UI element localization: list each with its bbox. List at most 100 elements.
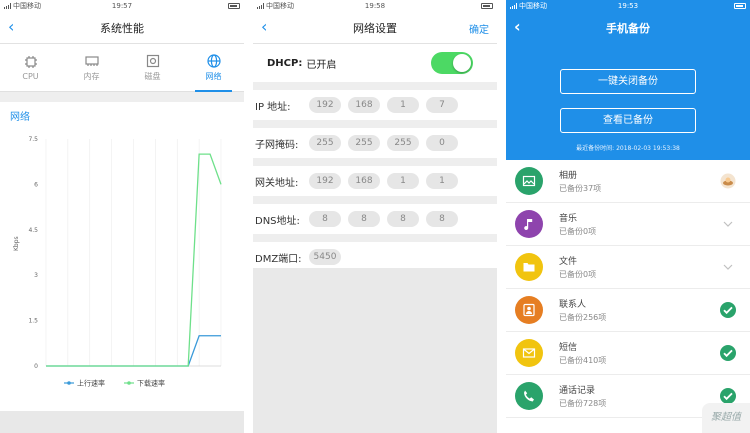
status-time: 19:53 xyxy=(617,2,639,10)
view-backup-button[interactable]: 查看已备份 xyxy=(560,108,696,133)
album-thumbnail-icon[interactable] xyxy=(720,173,736,189)
octet-field[interactable]: 1 xyxy=(387,173,419,189)
address-row: 子网掩码: 255 255 255 0 xyxy=(253,128,497,158)
disk-icon xyxy=(146,54,159,68)
person-icon xyxy=(515,296,543,324)
octet-field[interactable]: 255 xyxy=(348,135,380,151)
item-count: 已备份256项 xyxy=(559,313,607,322)
battery-icon xyxy=(481,3,493,9)
address-label: DNS地址: xyxy=(255,215,300,227)
checkmark-icon[interactable] xyxy=(720,388,736,404)
octet-field[interactable]: 168 xyxy=(348,97,380,113)
octet-field[interactable]: 255 xyxy=(309,135,341,151)
screen-gap xyxy=(244,0,253,433)
y-tick-label: 3 xyxy=(34,272,38,279)
page-title: 系统性能 xyxy=(100,21,144,35)
octet-field[interactable]: 8 xyxy=(309,211,341,227)
backup-item[interactable]: 音乐 已备份0项 xyxy=(506,203,750,246)
phone-icon xyxy=(515,382,543,410)
cpu-icon xyxy=(24,56,37,68)
y-tick-label: 1.5 xyxy=(28,318,38,325)
octet-field[interactable]: 255 xyxy=(387,135,419,151)
dmz-label: DMZ端口: xyxy=(255,253,302,265)
octet-field[interactable]: 192 xyxy=(309,173,341,189)
backup-item[interactable]: 相册 已备份37项 xyxy=(506,160,750,203)
address-label: IP 地址: xyxy=(255,101,291,113)
legend-entry: 上行速率 xyxy=(64,379,105,388)
item-title: 短信 xyxy=(559,343,578,353)
legend-marker xyxy=(127,381,131,385)
nav-bar: ‹ 手机备份 xyxy=(506,12,750,44)
nav-bar: ‹ 网络设置 确定 xyxy=(253,12,497,44)
address-label: 网关地址: xyxy=(255,177,299,189)
status-bar: 中国移动 19:53 xyxy=(506,0,750,12)
address-row: 网关地址: 192 168 1 1 xyxy=(253,166,497,196)
backup-item[interactable]: 文件 已备份0项 xyxy=(506,246,750,289)
image-icon xyxy=(515,167,543,195)
dhcp-toggle[interactable] xyxy=(431,52,473,74)
octet-field[interactable]: 8 xyxy=(348,211,380,227)
item-count: 已备份0项 xyxy=(559,270,597,279)
chart-grid xyxy=(45,139,222,367)
back-chevron-icon[interactable]: ‹ xyxy=(261,19,267,35)
close-backup-button[interactable]: 一键关闭备份 xyxy=(560,69,696,94)
back-chevron-icon[interactable]: ‹ xyxy=(514,19,521,35)
y-tick-label: 7.5 xyxy=(28,136,38,143)
octet-field[interactable]: 8 xyxy=(387,211,419,227)
address-row: DNS地址: 8 8 8 8 xyxy=(253,204,497,234)
backup-item[interactable]: 短信已备份410项 xyxy=(506,332,750,375)
tab-memory[interactable]: 内存 xyxy=(61,44,122,91)
address-label: 子网掩码: xyxy=(255,139,299,151)
octet-field[interactable]: 168 xyxy=(348,173,380,189)
back-chevron-icon[interactable]: ‹ xyxy=(8,19,14,35)
legend-marker xyxy=(67,381,71,385)
status-bar: 中国移动 19:57 xyxy=(0,0,244,12)
tab-label: 磁盘 xyxy=(144,72,161,81)
confirm-button[interactable]: 确定 xyxy=(469,21,489,36)
checkmark-icon[interactable] xyxy=(720,345,736,361)
item-count: 已备份0项 xyxy=(559,227,597,236)
battery-icon xyxy=(228,3,240,9)
backup-item[interactable]: 联系人已备份256项 xyxy=(506,289,750,332)
tab-network[interactable]: 网络 xyxy=(183,44,244,92)
page-title: 网络设置 xyxy=(353,21,397,35)
tab-disk[interactable]: 磁盘 xyxy=(122,44,183,91)
dmz-port-field[interactable]: 5450 xyxy=(309,249,341,265)
address-rows: IP 地址: 192 168 1 7 子网掩码: 255 255 255 0 网关地址: 192 168… xyxy=(253,90,497,234)
item-title: 相册 xyxy=(559,171,578,181)
octet-field[interactable]: 0 xyxy=(426,135,458,151)
tab-label: 网络 xyxy=(205,72,222,81)
globe-icon xyxy=(206,54,221,68)
phone-backup-screen: 中国移动 19:53 ‹ 手机备份 一键关闭备份 查看已备份 最近备份时间: 2… xyxy=(506,0,750,433)
checkmark-icon[interactable] xyxy=(720,302,736,318)
chevron-down-icon[interactable] xyxy=(720,259,736,275)
chevron-down-icon[interactable] xyxy=(720,216,736,232)
dhcp-row: DHCP: 已开启 xyxy=(253,44,497,82)
octet-field[interactable]: 8 xyxy=(426,211,458,227)
envelope-icon xyxy=(515,339,543,367)
last-backup-time: 最近备份时间: 2018-02-03 19:53:38 xyxy=(576,145,680,152)
y-tick-label: 6 xyxy=(34,181,38,188)
octet-field[interactable]: 7 xyxy=(426,97,458,113)
status-time: 19:58 xyxy=(364,2,386,10)
system-performance-screen: 中国移动 19:57 ‹ 系统性能 CPU 内存 磁盘 网络 网络 Kbps 0… xyxy=(0,0,244,433)
bottom-bar xyxy=(0,411,244,433)
network-settings-screen: 中国移动 19:58 ‹ 网络设置 确定 DHCP: 已开启 IP 地址: 192… xyxy=(253,0,497,433)
y-axis-label: Kbps xyxy=(13,236,20,251)
status-bar: 中国移动 19:58 xyxy=(253,0,497,12)
tab-label: 内存 xyxy=(83,72,100,81)
item-title: 联系人 xyxy=(559,300,587,310)
item-count: 已备份410项 xyxy=(559,356,607,365)
octet-field[interactable]: 192 xyxy=(309,97,341,113)
tab-cpu[interactable]: CPU xyxy=(0,44,61,91)
y-tick-labels: 0 1.5 3 4.5 6 7.5 xyxy=(28,136,38,370)
page-title: 手机备份 xyxy=(606,22,650,35)
octet-field[interactable]: 1 xyxy=(387,97,419,113)
octet-field[interactable]: 1 xyxy=(426,173,458,189)
memory-icon xyxy=(84,56,99,66)
empty-area xyxy=(253,268,497,433)
network-chart: Kbps 0 1.5 3 4.5 6 7.5 上行速率 下载速率 xyxy=(13,136,222,388)
legend-entry: 下载速率 xyxy=(124,379,165,388)
legend-label: 下载速率 xyxy=(137,379,165,388)
y-tick-label: 0 xyxy=(34,363,38,370)
